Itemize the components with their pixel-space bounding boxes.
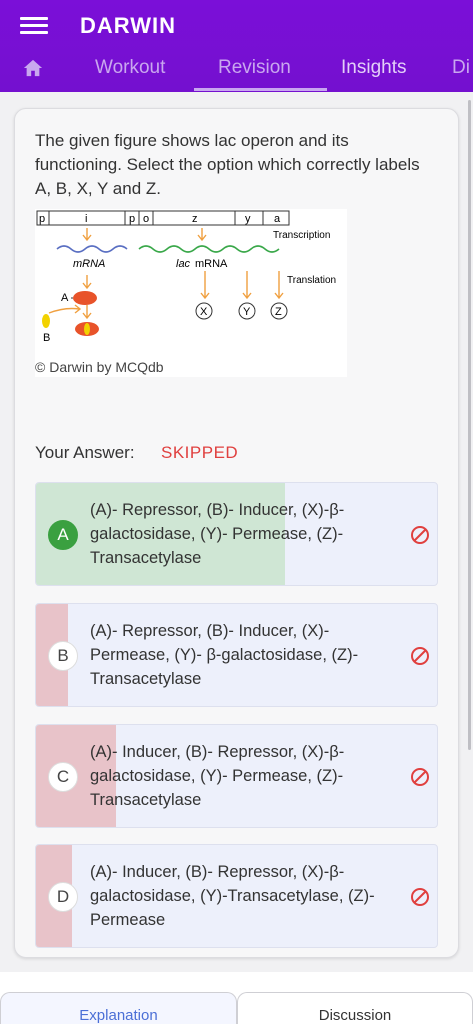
bottom-tab-bar: Explanation Discussion [0,972,473,1024]
option-letter: B [48,641,78,671]
tab-explanation[interactable]: Explanation [0,992,237,1024]
question-text: The given figure shows lac operon and it… [35,131,420,198]
your-answer-label: Your Answer: [35,443,135,462]
label-x: X [200,306,208,318]
option-text: (A)- Inducer, (B)- Repressor, (X)-β-gala… [90,743,345,809]
option-letter: C [48,762,78,792]
tab-bar: Workout Revision Insights Di [0,52,473,92]
gene-label: o [143,213,149,225]
not-selected-icon [411,647,429,665]
gene-label: a [274,213,281,225]
label-z: Z [275,306,282,318]
scrollbar[interactable] [468,100,471,750]
mrna-label: mRNA [73,258,105,270]
option-letter: D [48,882,78,912]
not-selected-icon [411,888,429,906]
question-card: The given figure shows lac operon and it… [14,108,459,958]
app-bar: DARWIN Workout Revision Insights Di [0,0,473,92]
label-a: A [61,292,69,304]
gene-bar: p i p o z y a [36,210,290,226]
tab-revision[interactable]: Revision [218,57,291,79]
option-a[interactable]: A (A)- Repressor, (B)- Inducer, (X)-β-ga… [35,482,438,586]
tab-discussion[interactable]: Discussion [237,992,473,1024]
answer-status: SKIPPED [161,443,239,462]
transcription-label: Transcription [273,230,330,241]
option-letter: A [48,520,78,550]
label-b: B [43,332,50,344]
lac-mrna-prefix: lac [176,258,191,270]
app-title: DARWIN [80,13,177,38]
not-selected-icon [411,768,429,786]
gene-label: i [85,213,87,225]
not-selected-icon [411,526,429,544]
option-c[interactable]: C (A)- Inducer, (B)- Repressor, (X)-β-ga… [35,724,438,828]
option-text: (A)- Repressor, (B)- Inducer, (X)-β-gala… [90,501,345,567]
menu-icon[interactable] [20,14,48,38]
tab-indicator [194,88,327,91]
lac-operon-figure: p i p o z y a Transcription mRNA lac mRN… [35,209,347,377]
gene-label: y [245,213,251,225]
gene-label: p [129,213,135,225]
gene-label: z [192,213,198,225]
home-icon[interactable] [22,58,44,78]
label-y: Y [243,306,251,318]
translation-label: Translation [287,275,336,286]
gene-label: p [39,213,45,225]
tab-overflow[interactable]: Di [452,57,470,79]
tab-insights[interactable]: Insights [341,57,406,79]
option-text: (A)- Repressor, (B)- Inducer, (X)-Permea… [90,622,359,688]
tab-workout[interactable]: Workout [95,57,165,79]
watermark: © Darwin by MCQdb [35,359,164,375]
lac-mrna-suffix: mRNA [195,258,228,270]
option-text: (A)- Inducer, (B)- Repressor, (X)-β-gala… [90,863,375,929]
option-b[interactable]: B (A)- Repressor, (B)- Inducer, (X)-Perm… [35,603,438,707]
option-d[interactable]: D (A)- Inducer, (B)- Repressor, (X)-β-ga… [35,844,438,948]
